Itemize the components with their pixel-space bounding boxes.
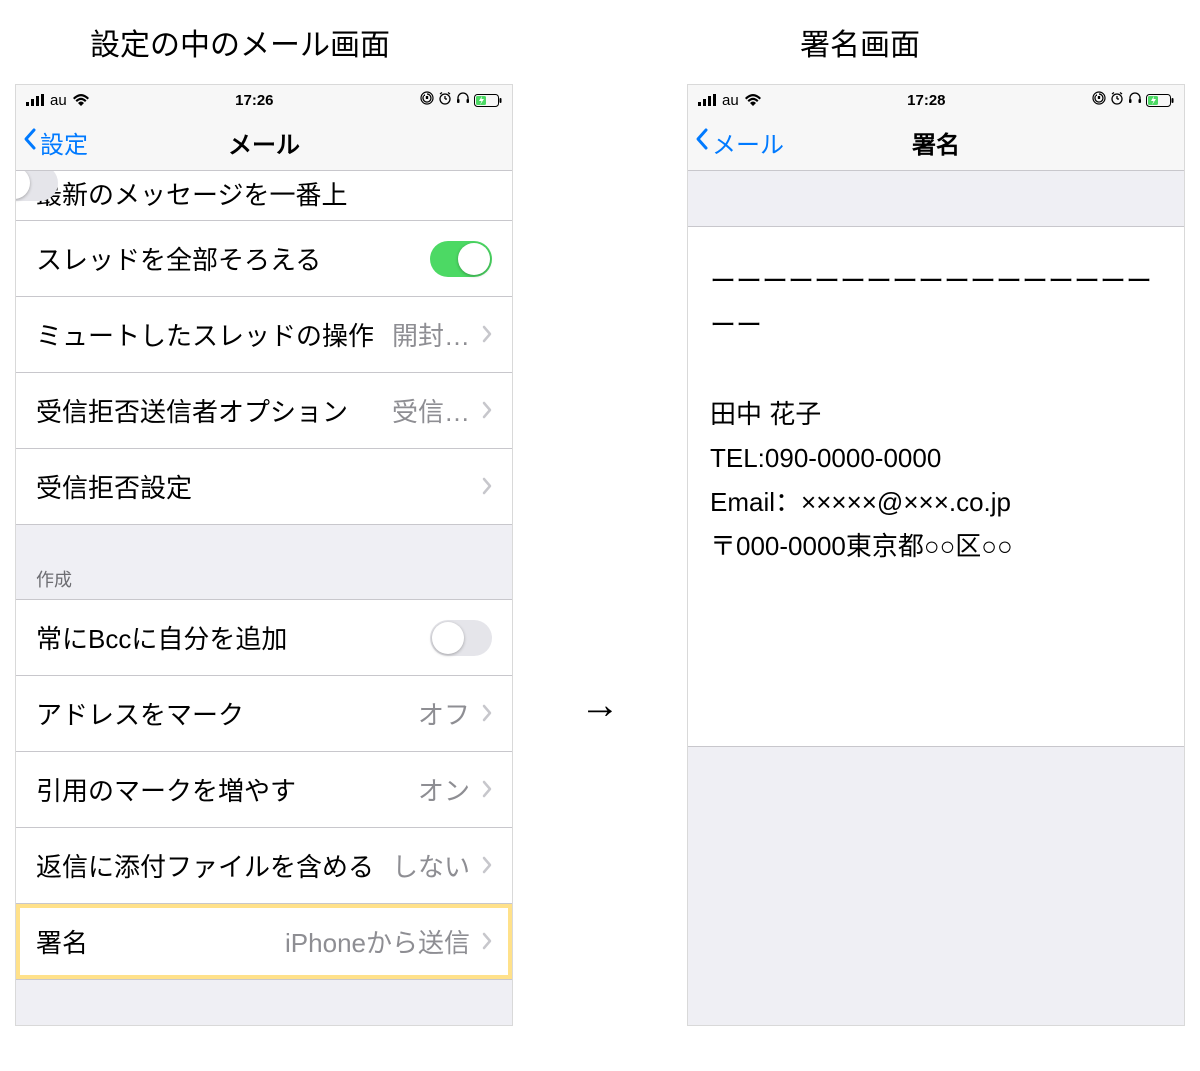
phone-signature: au 17:28 [687, 84, 1185, 1026]
headphones-icon [1128, 91, 1142, 109]
row-label: スレッドを全部そろえる [36, 240, 321, 277]
rotation-lock-icon [1092, 91, 1106, 109]
alarm-icon [1110, 91, 1124, 109]
chevron-right-icon [482, 774, 492, 805]
row-value: オン [418, 771, 470, 808]
wifi-icon [73, 94, 89, 106]
row-label: 受信拒否設定 [36, 468, 192, 505]
row-label: ミュートしたスレッドの操作 [36, 316, 374, 353]
row-partial-label: 最新のメッセージを一番上 [36, 175, 347, 212]
row-label: 署名 [36, 923, 88, 960]
status-bar: au 17:28 [688, 85, 1184, 115]
right-caption: 署名画面 [610, 20, 1110, 64]
wifi-icon [745, 94, 761, 106]
row-blocked-settings[interactable]: 受信拒否設定 [16, 449, 512, 525]
section-compose: 作成 [16, 525, 512, 600]
toggle-bcc-self[interactable] [430, 620, 492, 656]
chevron-right-icon [482, 395, 492, 426]
row-bcc-self[interactable]: 常にBccに自分を追加 [16, 600, 512, 676]
chevron-right-icon [482, 698, 492, 729]
row-label: 返信に添付ファイルを含める [36, 847, 374, 884]
row-increase-quote[interactable]: 引用のマークを増やす オン [16, 752, 512, 828]
clock: 17:26 [235, 92, 273, 109]
chevron-right-icon [482, 319, 492, 350]
section-header: 作成 [36, 566, 72, 592]
chevron-right-icon [482, 850, 492, 881]
row-signature[interactable]: 署名 iPhoneから送信 [16, 904, 512, 980]
signal-icon [698, 94, 716, 106]
row-label: アドレスをマーク [36, 695, 244, 732]
row-label: 引用のマークを増やす [36, 771, 296, 808]
row-blocked-option[interactable]: 受信拒否送信者オプション 受信… [16, 373, 512, 449]
arrow-icon: → [580, 683, 620, 728]
headphones-icon [456, 91, 470, 109]
chevron-left-icon [694, 127, 710, 158]
clock: 17:28 [907, 92, 945, 109]
row-mark-address[interactable]: アドレスをマーク オフ [16, 676, 512, 752]
battery-icon [474, 94, 502, 107]
row-value: iPhoneから送信 [285, 923, 470, 960]
carrier-label: au [722, 92, 739, 109]
status-bar: au 17:26 [16, 85, 512, 115]
row-value: 受信… [392, 392, 470, 429]
left-caption: 設定の中のメール画面 [90, 20, 590, 64]
nav-bar: メール 署名 [688, 115, 1184, 171]
back-label: メール [712, 125, 784, 160]
back-button[interactable]: メール [688, 125, 784, 160]
row-value: 開封… [392, 316, 470, 353]
row-thread-complete[interactable]: スレッドを全部そろえる [16, 221, 512, 297]
row-muted-thread[interactable]: ミュートしたスレッドの操作 開封… [16, 297, 512, 373]
chevron-left-icon [22, 127, 38, 158]
chevron-right-icon [482, 926, 492, 957]
row-value: オフ [418, 695, 470, 732]
nav-bar: 設定 メール [16, 115, 512, 171]
carrier-label: au [50, 92, 67, 109]
row-include-attachments[interactable]: 返信に添付ファイルを含める しない [16, 828, 512, 904]
toggle-thread-complete[interactable] [430, 241, 492, 277]
signal-icon [26, 94, 44, 106]
row-label: 常にBccに自分を追加 [36, 619, 287, 656]
nav-title: メール [16, 125, 512, 160]
back-label: 設定 [40, 125, 88, 160]
editor-gap [688, 171, 1184, 227]
alarm-icon [438, 91, 452, 109]
chevron-right-icon [482, 471, 492, 502]
toggle-partial[interactable] [16, 171, 58, 201]
row-partial-top[interactable]: 最新のメッセージを一番上 [16, 171, 512, 221]
row-label: 受信拒否送信者オプション [36, 392, 348, 429]
signature-editor[interactable]: ーーーーーーーーーーーーーーーーーーー 田中 花子 TEL:090-0000-0… [688, 227, 1184, 747]
back-button[interactable]: 設定 [16, 125, 88, 160]
phone-mail-settings: au 17:26 [15, 84, 513, 1026]
row-value: しない [392, 847, 470, 884]
rotation-lock-icon [420, 91, 434, 109]
battery-icon [1146, 94, 1174, 107]
empty-area [688, 747, 1184, 1026]
